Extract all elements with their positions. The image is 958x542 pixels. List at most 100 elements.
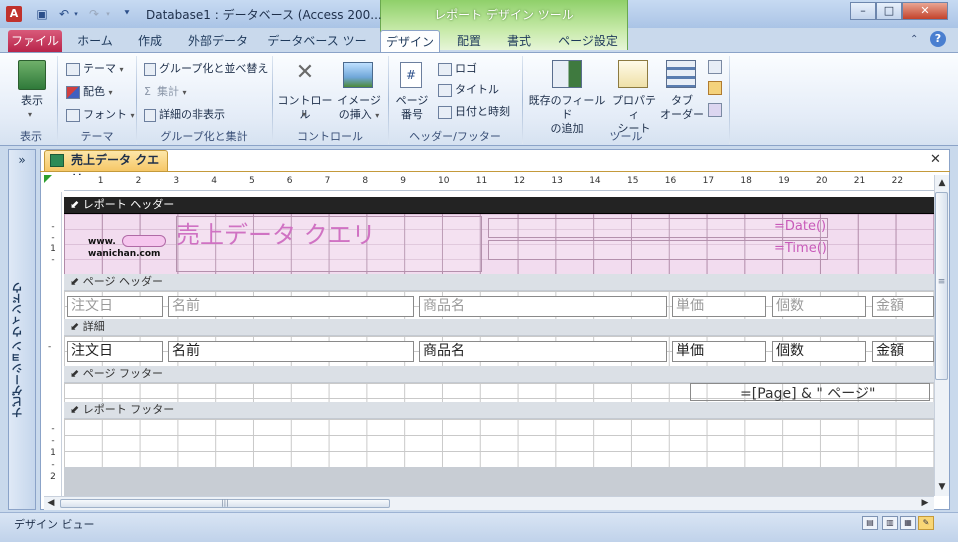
tab-order-button[interactable]: タブ オーダー	[660, 94, 704, 122]
page-footer-bar[interactable]: ⬋ ページ フッター	[64, 366, 934, 383]
close-document-icon[interactable]: ✕	[930, 152, 941, 167]
logo-button[interactable]: ロゴ	[438, 60, 477, 76]
convert-macros-icon[interactable]	[708, 103, 722, 117]
label-name[interactable]: 名前	[168, 296, 414, 317]
report-view-icon[interactable]: ▤	[862, 516, 878, 530]
colors-button[interactable]: 配色 ▾	[66, 83, 113, 99]
redo-dropdown-icon[interactable]: ▾	[104, 6, 112, 22]
field-unit-price[interactable]: 単価	[672, 341, 766, 362]
scroll-up-icon[interactable]: ▲	[935, 178, 949, 188]
property-sheet-icon[interactable]	[618, 60, 648, 88]
access-app-icon[interactable]: A	[6, 6, 22, 22]
undo-dropdown-icon[interactable]: ▾	[72, 6, 80, 22]
nav-pane-label[interactable]: ナビゲーション ウィンドウ	[10, 280, 34, 420]
page-header-bar[interactable]: ⬋ ページ ヘッダー	[64, 274, 934, 291]
tab-home[interactable]: ホーム	[70, 30, 120, 52]
layout-view-icon[interactable]: ▦	[900, 516, 916, 530]
maximize-button[interactable]: □	[876, 2, 902, 20]
tab-external-data[interactable]: 外部データ	[180, 30, 256, 52]
title-box[interactable]	[176, 216, 482, 272]
view-button[interactable]: 表示	[12, 94, 52, 108]
tab-arrange[interactable]: 配置	[448, 30, 490, 52]
tab-design[interactable]: デザイン	[380, 30, 440, 52]
tab-create[interactable]: 作成	[126, 30, 174, 52]
controls-dropdown-icon[interactable]: ▾	[302, 110, 306, 119]
report-footer-section[interactable]	[64, 419, 934, 467]
totals-button[interactable]: Σ 集計 ▾	[144, 83, 186, 99]
sigma-icon: Σ	[144, 85, 151, 98]
hide-details-button[interactable]: 詳細の非表示	[144, 106, 225, 122]
view-dropdown-icon[interactable]: ▾	[28, 110, 32, 119]
scroll-left-icon[interactable]: ◀	[44, 498, 58, 508]
ruler-number: 14	[589, 176, 601, 186]
ruler-number: 21	[853, 176, 866, 186]
tab-page-setup[interactable]: ページ設定	[548, 30, 628, 52]
group-label-view: 表示	[20, 130, 42, 143]
label-amount[interactable]: 金額	[872, 296, 934, 317]
section-arrow-icon: ⬋	[70, 198, 83, 211]
minimize-ribbon-icon[interactable]: ⌃	[910, 34, 918, 45]
page-numbers-button[interactable]: ページ 番号	[394, 94, 430, 122]
page-number-icon[interactable]: #	[400, 62, 422, 88]
print-preview-icon[interactable]: ▥	[882, 516, 898, 530]
add-fields-icon[interactable]	[552, 60, 582, 88]
group-separator	[388, 56, 389, 144]
group-separator	[57, 56, 58, 144]
field-name[interactable]: 名前	[168, 341, 414, 362]
view-icon[interactable]	[18, 60, 46, 90]
undo-icon[interactable]: ↶	[56, 6, 72, 22]
controls-icon[interactable]: ✕	[290, 60, 320, 88]
ruler-number: 4	[211, 176, 217, 186]
fonts-button[interactable]: フォント ▾	[66, 106, 135, 122]
scroll-down-icon[interactable]: ▼	[935, 482, 949, 492]
label-unit-price[interactable]: 単価	[672, 296, 766, 317]
group-label-header-footer: ヘッダー/フッター	[409, 130, 501, 143]
section-arrow-icon: ⬋	[70, 367, 83, 380]
group-sort-button[interactable]: グループ化と並べ替え	[144, 60, 268, 76]
report-selector-icon[interactable]	[44, 175, 52, 183]
design-surface-gray	[64, 467, 934, 496]
ruler-number: 1	[97, 176, 104, 186]
tab-format[interactable]: 書式	[498, 30, 540, 52]
field-order-date[interactable]: 注文日	[67, 341, 163, 362]
page-header-label: ページ ヘッダー	[82, 275, 163, 288]
horizontal-scroll-thumb[interactable]: |||	[60, 499, 390, 508]
tab-order-icon[interactable]	[666, 60, 696, 88]
field-amount[interactable]: 金額	[872, 341, 934, 362]
field-product-name[interactable]: 商品名	[419, 341, 667, 362]
report-header-bar[interactable]: ⬋ レポート ヘッダー	[64, 197, 934, 214]
nav-pane-toggle-icon[interactable]: »	[8, 150, 36, 170]
group-label-themes: テーマ	[80, 130, 114, 143]
image-icon[interactable]	[343, 62, 373, 88]
group-separator	[136, 56, 137, 144]
insert-image-button[interactable]: イメージ の挿入 ▾	[336, 94, 382, 123]
design-view-icon[interactable]: ✎	[918, 516, 934, 530]
date-time-button[interactable]: 日付と時刻	[438, 103, 510, 119]
horizontal-ruler[interactable]	[64, 175, 934, 191]
report-footer-bar[interactable]: ⬋ レポート フッター	[64, 402, 934, 419]
label-order-date[interactable]: 注文日	[67, 296, 163, 317]
group-label-controls: コントロール	[297, 130, 363, 143]
label-product-name[interactable]: 商品名	[419, 296, 667, 317]
field-quantity[interactable]: 個数	[772, 341, 866, 362]
themes-button[interactable]: テーマ ▾	[66, 60, 124, 76]
tab-database-tools[interactable]: データベース ツール	[262, 30, 372, 70]
scroll-right-icon[interactable]: ▶	[918, 498, 932, 508]
save-icon[interactable]: ▣	[34, 6, 50, 22]
title-button[interactable]: タイトル	[438, 81, 499, 97]
logo-image[interactable]: www. wanichan.com	[86, 233, 174, 263]
tab-file[interactable]: ファイル	[8, 30, 62, 52]
detail-bar[interactable]: ⬋ 詳細	[64, 319, 934, 336]
group-separator	[272, 56, 273, 144]
title-icon	[438, 83, 452, 97]
subform-icon[interactable]	[708, 60, 722, 74]
minimize-button[interactable]: –	[850, 2, 876, 20]
vertical-scroll-thumb[interactable]: ≡	[935, 192, 948, 380]
redo-icon[interactable]: ↷	[86, 6, 102, 22]
status-bar	[0, 512, 958, 542]
view-code-icon[interactable]	[708, 81, 722, 95]
customize-qat-icon[interactable]: ⯆	[120, 6, 134, 22]
label-quantity[interactable]: 個数	[772, 296, 866, 317]
help-icon[interactable]: ?	[930, 31, 946, 47]
close-window-button[interactable]: ✕	[902, 2, 948, 20]
